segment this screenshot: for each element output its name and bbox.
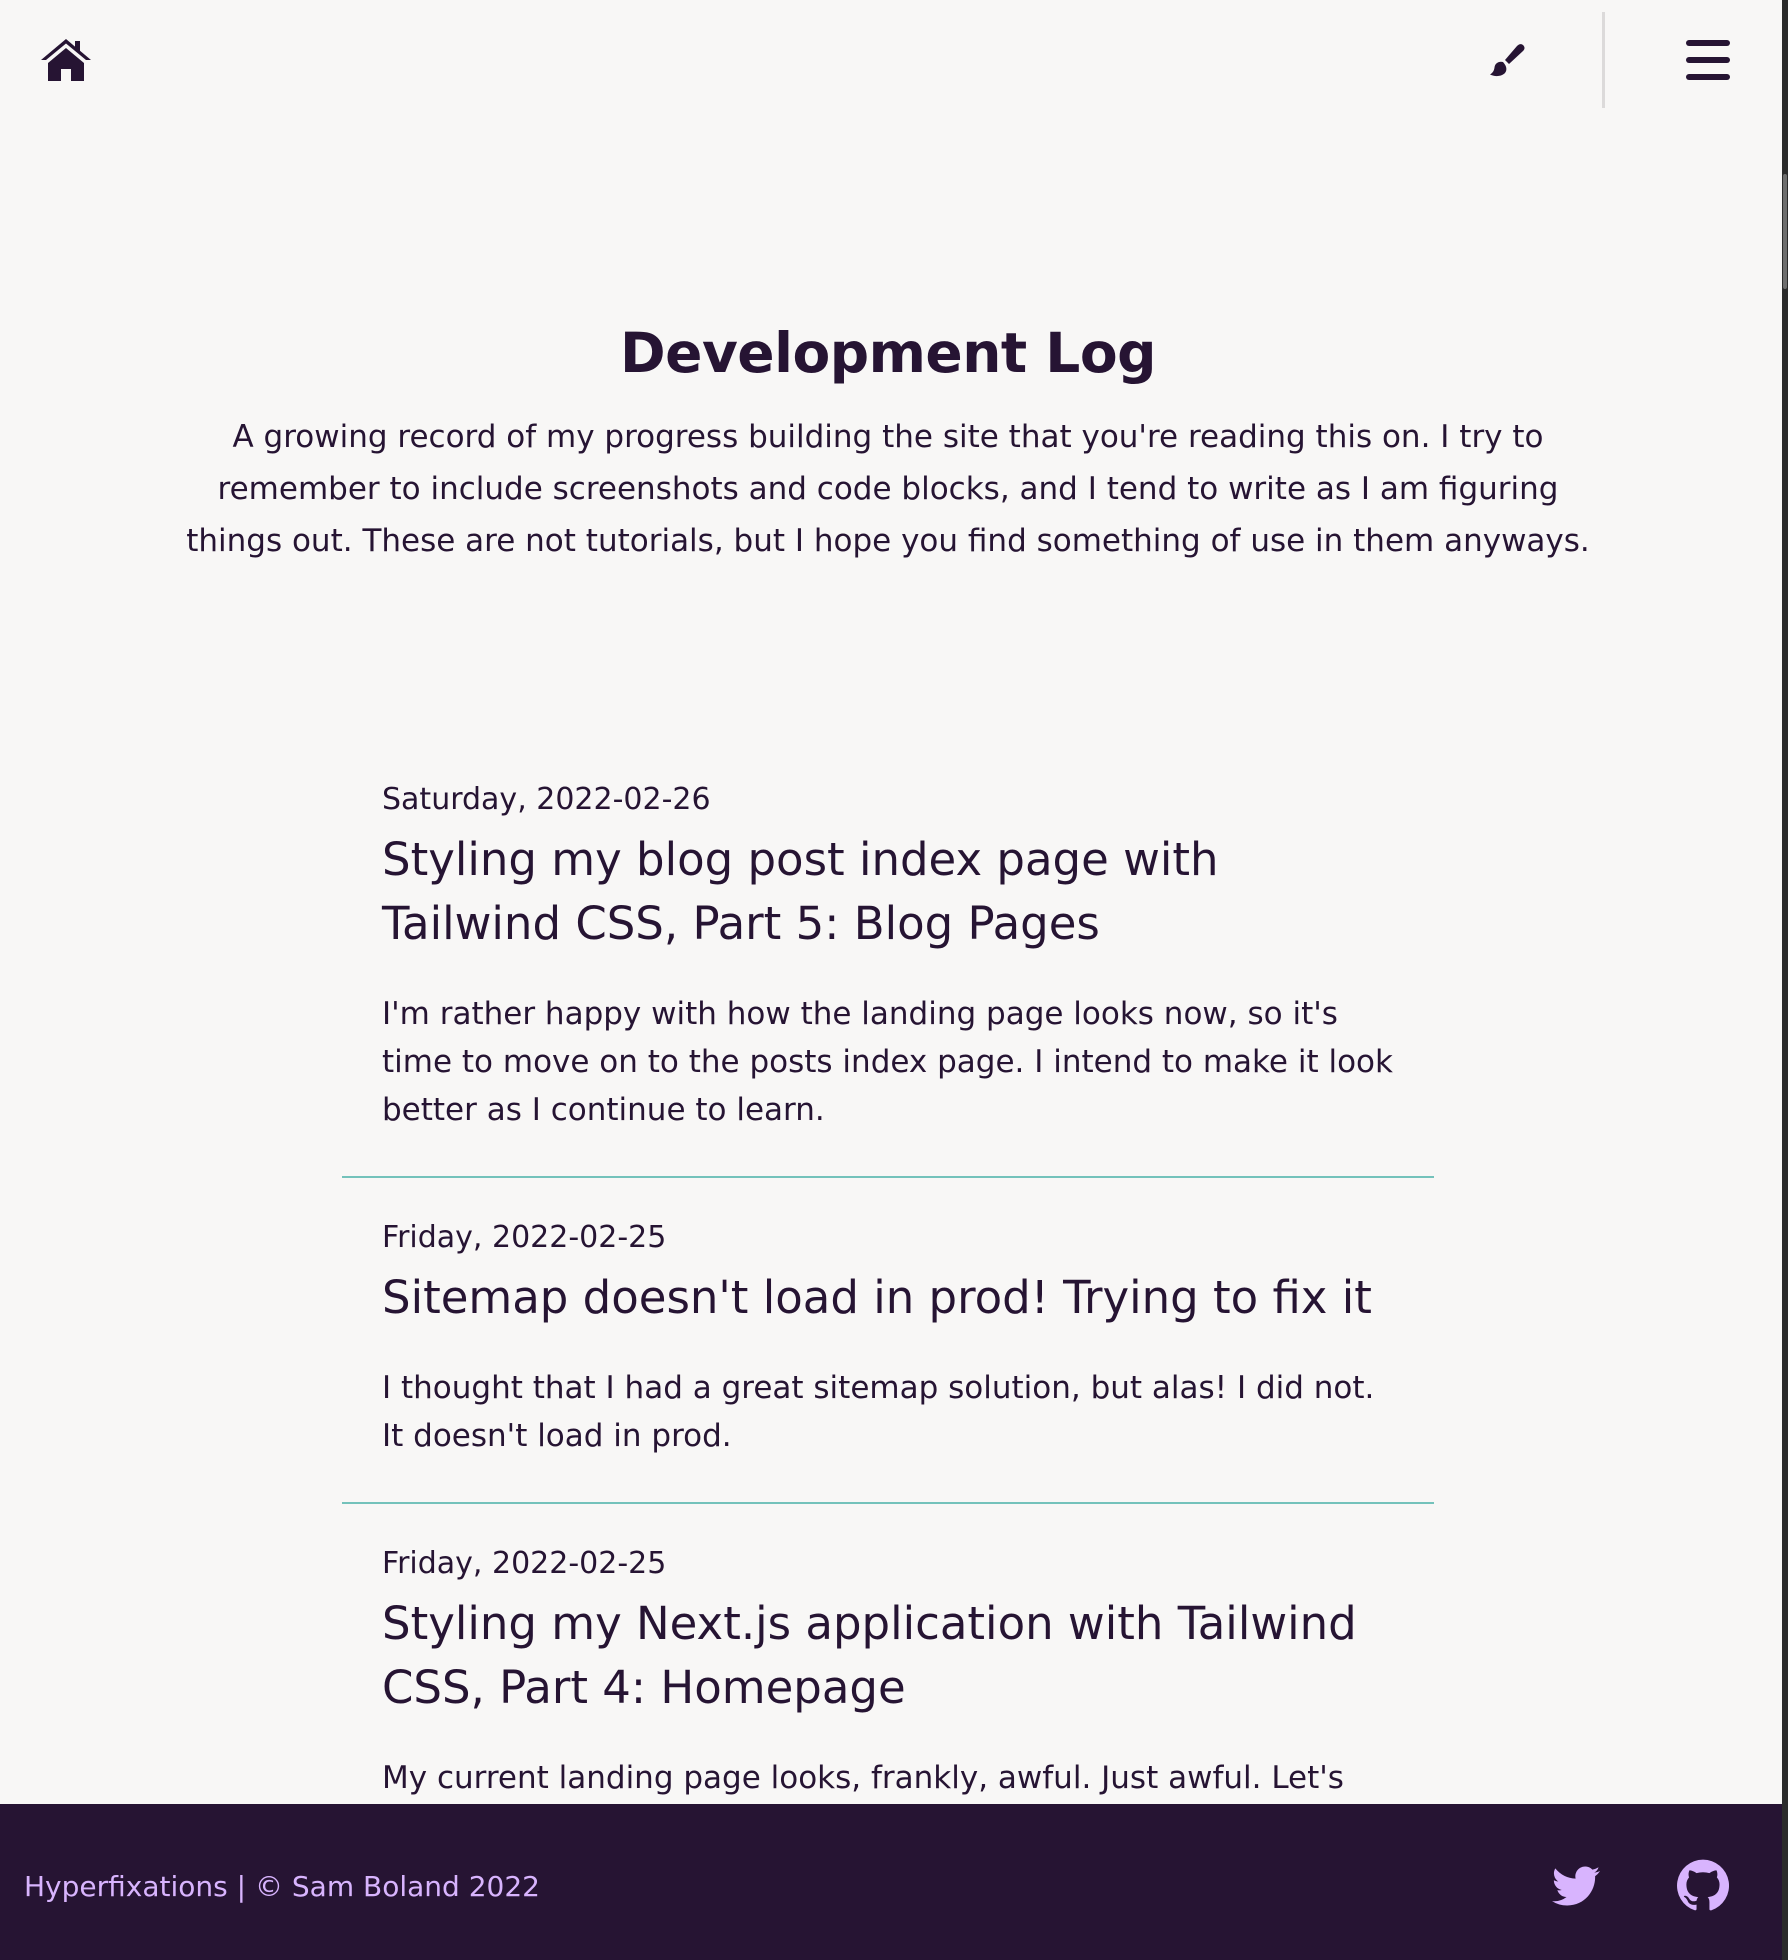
- post-excerpt: I'm rather happy with how the landing pa…: [382, 996, 1393, 1128]
- post-title-link[interactable]: Sitemap doesn't load in prod! Trying to …: [382, 1266, 1394, 1330]
- site-footer: Hyperfixations | © Sam Boland 2022: [0, 1804, 1782, 1960]
- post-excerpt: I thought that I had a great sitemap sol…: [382, 1370, 1375, 1454]
- navbar-divider: [1602, 12, 1605, 108]
- paintbrush-icon: [1490, 44, 1525, 77]
- theme-toggle-button[interactable]: [1488, 40, 1528, 80]
- footer-copyright: © Sam Boland 2022: [254, 1870, 540, 1903]
- post-date: Saturday, 2022-02-26: [382, 782, 711, 817]
- post-list: Saturday, 2022-02-26 Styling my blog pos…: [342, 768, 1434, 1894]
- post-item: Saturday, 2022-02-26 Styling my blog pos…: [342, 768, 1434, 1178]
- footer-text: Hyperfixations | © Sam Boland 2022: [24, 1867, 540, 1907]
- post-title-link[interactable]: Styling my Next.js application with Tail…: [382, 1592, 1394, 1720]
- footer-site-link[interactable]: Hyperfixations: [24, 1870, 228, 1903]
- page-scrollbar[interactable]: [1782, 0, 1788, 1960]
- page-title: Development Log: [619, 321, 1157, 385]
- post-item: Friday, 2022-02-25 Sitemap doesn't load …: [342, 1178, 1434, 1504]
- twitter-link[interactable]: [1550, 1862, 1602, 1910]
- home-icon: [41, 39, 91, 81]
- page-description: A growing record of my progress building…: [186, 419, 1590, 559]
- footer-separator: |: [236, 1870, 247, 1903]
- github-icon: [1677, 1859, 1730, 1911]
- twitter-icon: [1552, 1866, 1600, 1906]
- page: Development Log A growing record of my p…: [0, 0, 1788, 1960]
- post-title-link[interactable]: Styling my blog post index page with Tai…: [382, 828, 1394, 956]
- scrollbar-thumb[interactable]: [1783, 174, 1787, 289]
- home-button[interactable]: [38, 36, 94, 84]
- github-link[interactable]: [1677, 1859, 1730, 1911]
- post-date: Friday, 2022-02-25: [382, 1220, 667, 1255]
- menu-button[interactable]: [1684, 38, 1734, 82]
- hamburger-menu-icon: [1686, 40, 1730, 80]
- post-date: Friday, 2022-02-25: [382, 1546, 667, 1581]
- top-navbar: [0, 0, 1782, 120]
- hero-section: Development Log A growing record of my p…: [150, 315, 1626, 567]
